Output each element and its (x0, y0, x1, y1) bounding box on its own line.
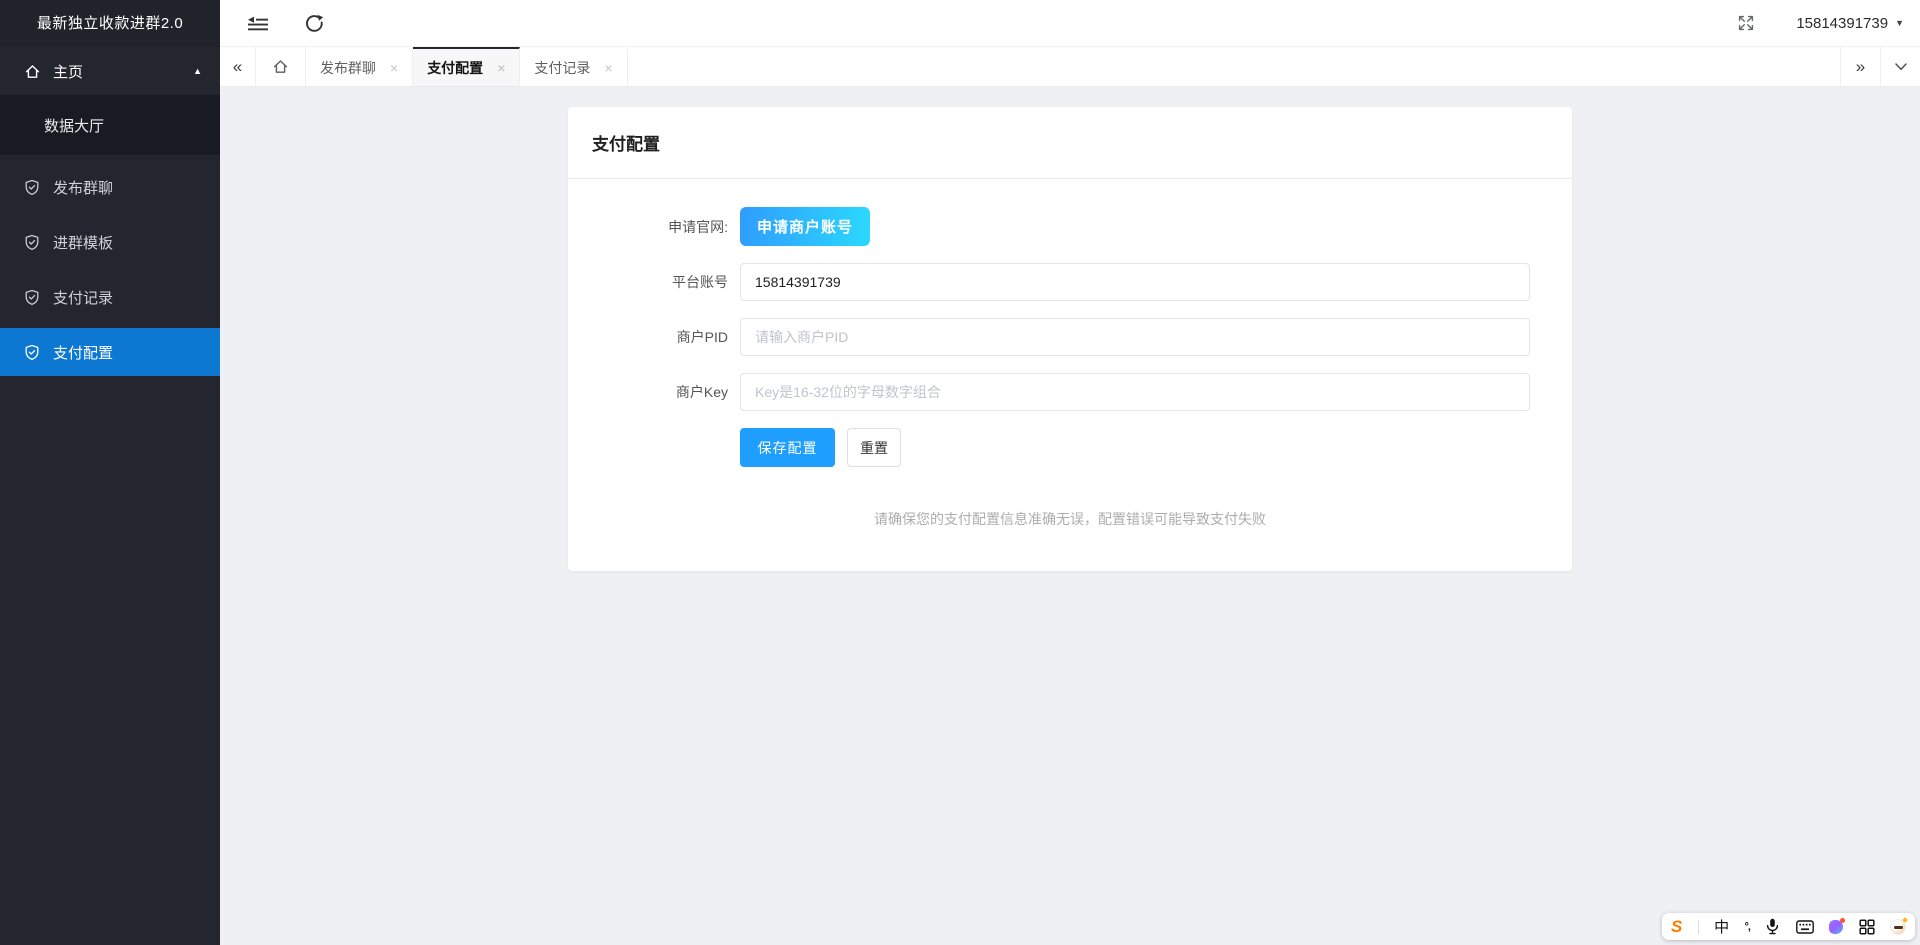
form-row-merchant-pid: 商户PID (568, 318, 1572, 356)
app-title: 最新独立收款进群2.0 (0, 0, 220, 47)
account-dropdown[interactable]: 15814391739 ▼ (1796, 15, 1920, 32)
merchant-key-label: 商户Key (568, 382, 740, 402)
refresh-icon[interactable] (294, 0, 334, 47)
tab-label: 支付配置 (427, 58, 483, 78)
chevron-down-icon (1895, 63, 1907, 71)
account-name: 15814391739 (1796, 15, 1888, 32)
tab-payment-records[interactable]: 支付记录 × (520, 47, 627, 86)
ime-divider (1698, 920, 1699, 934)
tabs-menu-button[interactable] (1880, 47, 1920, 86)
sidebar-item-group-template[interactable]: 进群模板 (0, 218, 220, 266)
apply-website-label: 申请官网: (568, 217, 740, 237)
top-header: 15814391739 ▼ (220, 0, 1920, 47)
merchant-pid-input[interactable] (740, 318, 1530, 356)
tabs-scroll-right-button[interactable]: » (1840, 47, 1880, 86)
close-icon[interactable]: × (497, 61, 505, 75)
form-row-actions: 保存配置 重置 (568, 428, 1572, 467)
sidebar-item-home[interactable]: 主页 ▲ (0, 47, 220, 95)
shield-check-icon (24, 179, 41, 196)
tabs-scroll-left-button[interactable]: « (220, 47, 256, 86)
close-icon[interactable]: × (390, 61, 398, 75)
form-row-platform-account: 平台账号 (568, 263, 1572, 301)
payment-config-form: 申请官网: 申请商户账号 平台账号 商户PID 商户Key 保存配置 重置 请确… (568, 179, 1572, 529)
tab-publish-group[interactable]: 发布群聊 × (306, 47, 413, 86)
ime-chinese-mode-icon[interactable]: 中 (1714, 916, 1729, 937)
form-row-apply: 申请官网: 申请商户账号 (568, 207, 1572, 246)
reset-button[interactable]: 重置 (847, 428, 901, 467)
collapse-sidebar-icon[interactable] (238, 0, 278, 47)
payment-config-card: 支付配置 申请官网: 申请商户账号 平台账号 商户PID 商户Key 保存配 (568, 107, 1572, 571)
sidebar-item-label: 主页 (53, 61, 193, 82)
platform-account-label: 平台账号 (568, 272, 740, 292)
tab-bar: « 发布群聊 × 支付配置 × 支付记录 × » (220, 47, 1920, 87)
sidebar-item-label: 支付配置 (53, 342, 204, 363)
sidebar-item-data-hall[interactable]: 数据大厅 (0, 99, 220, 151)
sidebar-item-publish-group[interactable]: 发布群聊 (0, 163, 220, 211)
tab-payment-config[interactable]: 支付配置 × (413, 47, 520, 86)
sidebar-item-payment-records[interactable]: 支付记录 (0, 273, 220, 321)
close-icon[interactable]: × (604, 61, 612, 75)
tab-home[interactable] (256, 47, 306, 86)
form-row-merchant-key: 商户Key (568, 373, 1572, 411)
sidebar-item-label: 发布群聊 (53, 177, 204, 198)
save-config-button[interactable]: 保存配置 (740, 428, 835, 467)
ime-punctuation-icon[interactable]: °, (1745, 921, 1750, 933)
fullscreen-icon[interactable] (1726, 0, 1766, 47)
shield-check-icon (24, 234, 41, 251)
toolbox-grid-icon[interactable] (1859, 919, 1875, 935)
sidebar-item-label: 支付记录 (53, 287, 204, 308)
ai-assistant-icon[interactable] (1829, 920, 1843, 934)
caret-down-icon: ▼ (1895, 18, 1904, 28)
sidebar: 最新独立收款进群2.0 主页 ▲ 数据大厅 发布群聊 进群模板 支付记录 (0, 0, 220, 945)
page-title: 支付配置 (592, 130, 660, 155)
main-content: 支付配置 申请官网: 申请商户账号 平台账号 商户PID 商户Key 保存配 (220, 88, 1920, 945)
platform-account-input[interactable] (740, 263, 1530, 301)
sidebar-submenu: 数据大厅 (0, 95, 220, 155)
sogou-logo-icon[interactable]: S (1671, 918, 1682, 935)
merchant-pid-label: 商户PID (568, 327, 740, 347)
ime-toolbar: S 中 °, (1662, 913, 1915, 940)
card-header: 支付配置 (568, 107, 1572, 179)
config-warning-text: 请确保您的支付配置信息准确无误，配置错误可能导致支付失败 (568, 509, 1572, 529)
home-icon (272, 58, 289, 75)
shield-check-icon (24, 344, 41, 361)
home-icon (24, 63, 41, 80)
tab-label: 发布群聊 (320, 58, 376, 78)
emoji-skin-icon[interactable] (1890, 919, 1906, 935)
sidebar-item-label: 进群模板 (53, 232, 204, 253)
shield-check-icon (24, 289, 41, 306)
merchant-key-input[interactable] (740, 373, 1530, 411)
chevron-up-icon: ▲ (193, 66, 202, 76)
sidebar-item-payment-config[interactable]: 支付配置 (0, 328, 220, 376)
microphone-icon[interactable] (1765, 918, 1780, 935)
keyboard-icon[interactable] (1796, 920, 1814, 934)
sidebar-item-label: 数据大厅 (44, 115, 204, 136)
apply-merchant-account-button[interactable]: 申请商户账号 (740, 207, 870, 246)
tab-label: 支付记录 (534, 58, 590, 78)
